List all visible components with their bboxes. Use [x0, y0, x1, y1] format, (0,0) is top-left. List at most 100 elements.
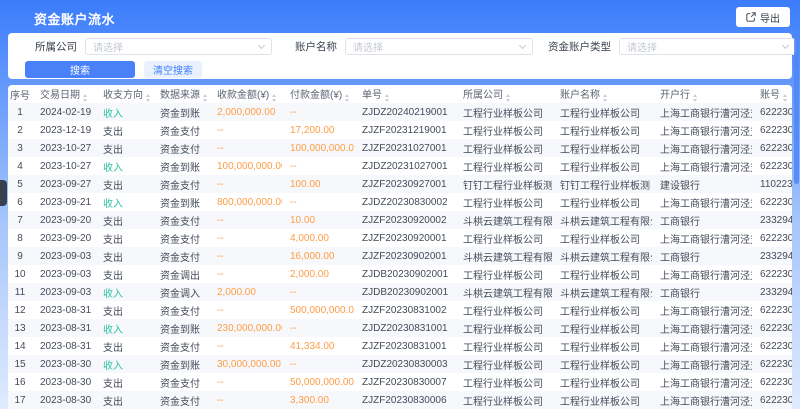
col-direction[interactable]: 收支方向: [95, 85, 152, 103]
cell-receive-amount: --: [209, 391, 282, 409]
account-name-select-placeholder: 请选择: [353, 39, 383, 54]
col-bank[interactable]: 开户行: [652, 85, 752, 103]
cell-receive-amount: 2,000,000.00: [209, 103, 282, 121]
cell-receive-amount: --: [209, 337, 282, 355]
col-pay-amount[interactable]: 付款金额(¥): [282, 85, 354, 103]
cell-date: 2023-09-21: [32, 193, 95, 211]
cell-date: 2023-10-27: [32, 157, 95, 175]
cell-account-no: 2332949940: [752, 247, 792, 265]
col-date[interactable]: 交易日期: [32, 85, 95, 103]
search-button[interactable]: 搜索: [25, 61, 135, 78]
chevron-down-icon: [519, 41, 526, 48]
cell-date: 2023-09-27: [32, 175, 95, 193]
cell-receive-amount: 100,000,000.00: [209, 157, 282, 175]
cell-source: 资金支付: [152, 229, 209, 247]
sort-icon[interactable]: [603, 94, 607, 102]
cell-order-no: ZJDZ20230830003: [354, 355, 455, 373]
cell-order-no: ZJDZ20231027001: [354, 157, 455, 175]
sort-icon[interactable]: [385, 94, 389, 102]
sort-icon[interactable]: [783, 94, 787, 102]
cell-order-no: ZJZF20230831001: [354, 337, 455, 355]
sort-icon[interactable]: [203, 94, 207, 102]
sort-icon[interactable]: [146, 94, 150, 102]
cell-seq: 17: [8, 391, 32, 409]
account-name-filter-label: 账户名称: [295, 39, 337, 54]
cell-direction: 支出: [95, 211, 152, 229]
cell-order-no: ZJDZ20240219001: [354, 103, 455, 121]
cell-receive-amount: --: [209, 265, 282, 283]
table-row: 17 2023-08-30 支出 资金支付 -- 3,300.00 ZJZF20…: [8, 391, 792, 409]
table-row: 3 2023-10-27 支出 资金支付 -- 100,000,000.00 Z…: [8, 139, 792, 157]
cell-date: 2023-10-27: [32, 139, 95, 157]
cell-direction: 收入: [95, 355, 152, 373]
cell-order-no: ZJZF20230902001: [354, 247, 455, 265]
cell-account-name: 斗栱云建筑工程有限公司: [552, 283, 652, 301]
col-company[interactable]: 所属公司: [455, 85, 552, 103]
table-row: 8 2023-09-20 支出 资金支付 -- 4,000.00 ZJZF202…: [8, 229, 792, 247]
cell-source: 资金支付: [152, 139, 209, 157]
col-account-name[interactable]: 账户名称: [552, 85, 652, 103]
col-receive-amount[interactable]: 收款金额(¥): [209, 85, 282, 103]
company-filter-label: 所属公司: [35, 39, 77, 54]
table-row: 7 2023-09-20 支出 资金支付 -- 10.00 ZJZF202309…: [8, 211, 792, 229]
cell-source: 资金支付: [152, 391, 209, 409]
cell-company: 斗栱云建筑工程有限公司: [455, 211, 552, 229]
table-row: 12 2023-08-31 支出 资金支付 -- 500,000,000.00 …: [8, 301, 792, 319]
scrollbar-thumb[interactable]: [794, 34, 799, 184]
cell-order-no: ZJDZ20230830002: [354, 193, 455, 211]
cell-source: 资金调入: [152, 283, 209, 301]
cell-account-no: 2332949940: [752, 283, 792, 301]
cell-date: 2023-08-30: [32, 391, 95, 409]
cell-source: 资金到账: [152, 103, 209, 121]
cell-date: 2023-08-30: [32, 373, 95, 391]
cell-seq: 3: [8, 139, 32, 157]
table-row: 5 2023-09-27 支出 资金支付 -- 100.00 ZJZF20230…: [8, 175, 792, 193]
table-row: 1 2024-02-19 收入 资金到账 2,000,000.00 -- ZJD…: [8, 103, 792, 121]
cell-account-name: 工程行业样板公司: [552, 301, 652, 319]
cell-pay-amount: 3,300.00: [282, 391, 354, 409]
cell-bank: 上海工商银行漕河泾支行: [652, 391, 752, 409]
col-account-no[interactable]: 账号: [752, 85, 792, 103]
account-type-select[interactable]: 请选择: [619, 38, 796, 55]
col-source[interactable]: 数据来源: [152, 85, 209, 103]
flow-table: 序号 交易日期 收支方向 数据来源 收款金额(¥) 付款金额(¥) 单号 所属公…: [8, 85, 792, 409]
cell-account-name: 工程行业样板公司: [552, 157, 652, 175]
side-drawer-handle[interactable]: [0, 180, 7, 206]
cell-bank: 上海工商银行漕河泾支行: [652, 103, 752, 121]
cell-company: 工程行业样板公司: [455, 121, 552, 139]
cell-date: 2023-08-30: [32, 355, 95, 373]
cell-bank: 工商银行: [652, 211, 752, 229]
sort-icon[interactable]: [693, 94, 697, 102]
cell-order-no: ZJZF20230920001: [354, 229, 455, 247]
cell-order-no: ZJZF20231219001: [354, 121, 455, 139]
cell-pay-amount: 50,000,000.00: [282, 373, 354, 391]
cell-company: 工程行业样板公司: [455, 337, 552, 355]
col-order-no[interactable]: 单号: [354, 85, 455, 103]
table-row: 2 2023-12-19 支出 资金支付 -- 17,200.00 ZJZF20…: [8, 121, 792, 139]
cell-receive-amount: --: [209, 247, 282, 265]
cell-receive-amount: --: [209, 139, 282, 157]
cell-pay-amount: 2,000.00: [282, 265, 354, 283]
cell-company: 斗栱云建筑工程有限公司: [455, 283, 552, 301]
clear-search-button[interactable]: 清空搜索: [144, 61, 202, 78]
table-row: 15 2023-08-30 收入 资金到账 30,000,000.00 -- Z…: [8, 355, 792, 373]
cell-seq: 14: [8, 337, 32, 355]
cell-pay-amount: --: [282, 355, 354, 373]
cell-source: 资金到账: [152, 355, 209, 373]
cell-account-name: 工程行业样板公司: [552, 103, 652, 121]
cell-account-no: 6222301119: [752, 373, 792, 391]
cell-company: 工程行业样板公司: [455, 157, 552, 175]
sort-icon[interactable]: [506, 94, 510, 102]
company-select[interactable]: 请选择: [85, 38, 272, 55]
export-button[interactable]: 导出: [736, 7, 790, 27]
cell-pay-amount: --: [282, 283, 354, 301]
sort-icon[interactable]: [272, 94, 276, 102]
sort-icon[interactable]: [83, 94, 87, 102]
account-name-select[interactable]: 请选择: [345, 38, 533, 55]
sort-icon[interactable]: [345, 94, 349, 102]
cell-bank: 上海工商银行漕河泾支行: [652, 121, 752, 139]
cell-account-name: 钉钉工程行业样板测: [552, 175, 652, 193]
cell-order-no: ZJZF20230830006: [354, 391, 455, 409]
table-row: 4 2023-10-27 收入 资金到账 100,000,000.00 -- Z…: [8, 157, 792, 175]
cell-account-no: 6222301119: [752, 265, 792, 283]
